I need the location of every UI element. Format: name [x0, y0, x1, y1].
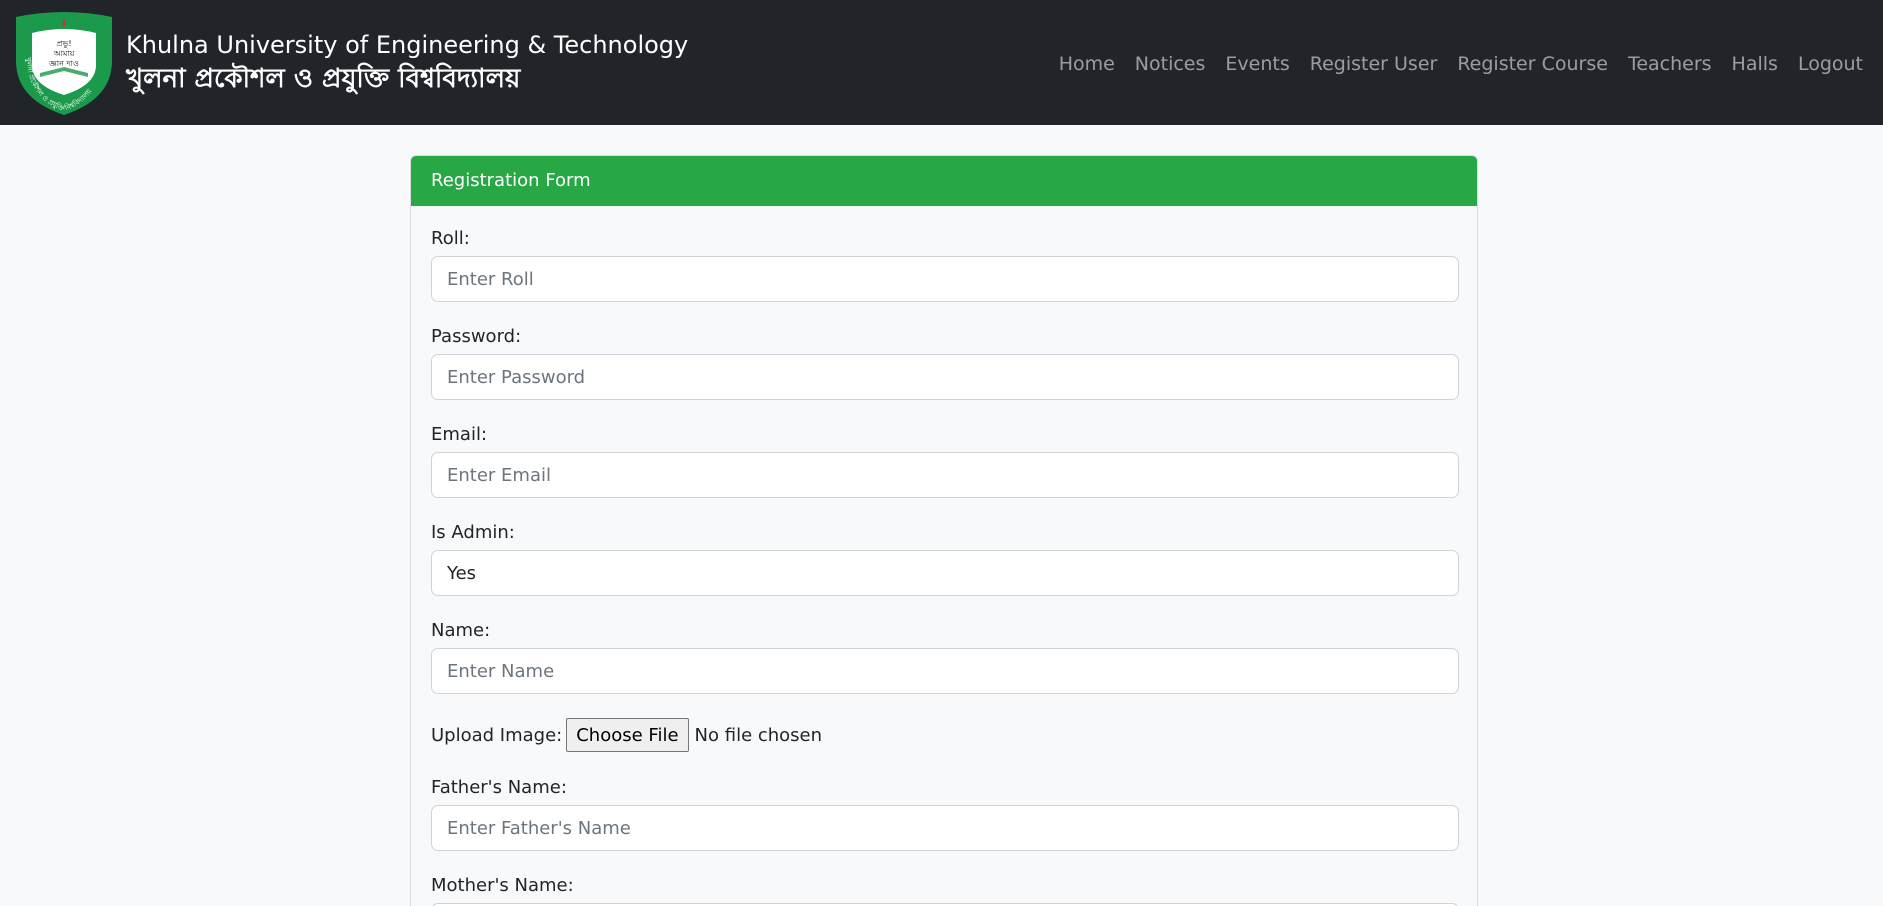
nav-register-course[interactable]: Register Course — [1457, 53, 1608, 75]
logo-text-2: আমায় — [53, 49, 75, 58]
choose-file-button[interactable]: Choose File — [566, 718, 689, 752]
is-admin-group: Is Admin: Yes — [431, 522, 1459, 596]
is-admin-select[interactable]: Yes — [431, 550, 1459, 596]
university-name-bangla: খুলনা প্রকৌশল ও প্রযুক্তি বিশ্ববিদ্যালয় — [126, 63, 521, 94]
nav-home[interactable]: Home — [1059, 53, 1115, 75]
mother-name-label: Mother's Name: — [431, 875, 574, 896]
name-label: Name: — [431, 620, 491, 641]
nav-teachers[interactable]: Teachers — [1628, 53, 1712, 75]
father-name-label: Father's Name: — [431, 777, 567, 798]
brand[interactable]: খুলনা প্রকৌশল ও প্রযুক্তি বিশ্ববিদ্যালয়… — [12, 11, 688, 115]
email-input[interactable] — [431, 452, 1459, 498]
nav-notices[interactable]: Notices — [1135, 53, 1206, 75]
nav-register-user[interactable]: Register User — [1310, 53, 1438, 75]
email-label: Email: — [431, 424, 488, 445]
card-header: Registration Form — [411, 156, 1477, 206]
upload-image-label: Upload Image: — [431, 724, 563, 746]
upload-image-group: Upload Image: Choose File No file chosen — [431, 718, 1457, 752]
file-status: No file chosen — [694, 724, 823, 746]
university-logo: খুলনা প্রকৌশল ও প্রযুক্তি বিশ্ববিদ্যালয়… — [16, 11, 112, 115]
registration-form: Roll: Password: Email: Is Admin: Yes Nam… — [411, 206, 1477, 906]
registration-card: Registration Form Roll: Password: Email:… — [410, 155, 1478, 906]
university-name-english: Khulna University of Engineering & Techn… — [126, 30, 689, 59]
name-group: Name: — [431, 620, 1459, 694]
password-label: Password: — [431, 326, 522, 347]
logo-text-3: জ্ঞান দাও — [48, 59, 79, 68]
roll-group: Roll: — [431, 228, 1459, 302]
nav-logout[interactable]: Logout — [1798, 53, 1863, 75]
is-admin-label: Is Admin: — [431, 522, 515, 543]
nav-events[interactable]: Events — [1225, 53, 1289, 75]
roll-input[interactable] — [431, 256, 1459, 302]
name-input[interactable] — [431, 648, 1459, 694]
mother-name-group: Mother's Name: — [431, 875, 1459, 906]
password-input[interactable] — [431, 354, 1459, 400]
nav-halls[interactable]: Halls — [1732, 53, 1778, 75]
father-name-group: Father's Name: — [431, 777, 1459, 851]
email-group: Email: — [431, 424, 1459, 498]
roll-label: Roll: — [431, 228, 470, 249]
navbar: খুলনা প্রকৌশল ও প্রযুক্তি বিশ্ববিদ্যালয়… — [0, 0, 1883, 125]
brand-text: Khulna University of Engineering & Techn… — [126, 29, 688, 97]
father-name-input[interactable] — [431, 805, 1459, 851]
nav-links: Home Notices Events Register User Regist… — [1059, 53, 1863, 75]
logo-text-1: প্রভু! — [56, 39, 71, 48]
password-group: Password: — [431, 326, 1459, 400]
